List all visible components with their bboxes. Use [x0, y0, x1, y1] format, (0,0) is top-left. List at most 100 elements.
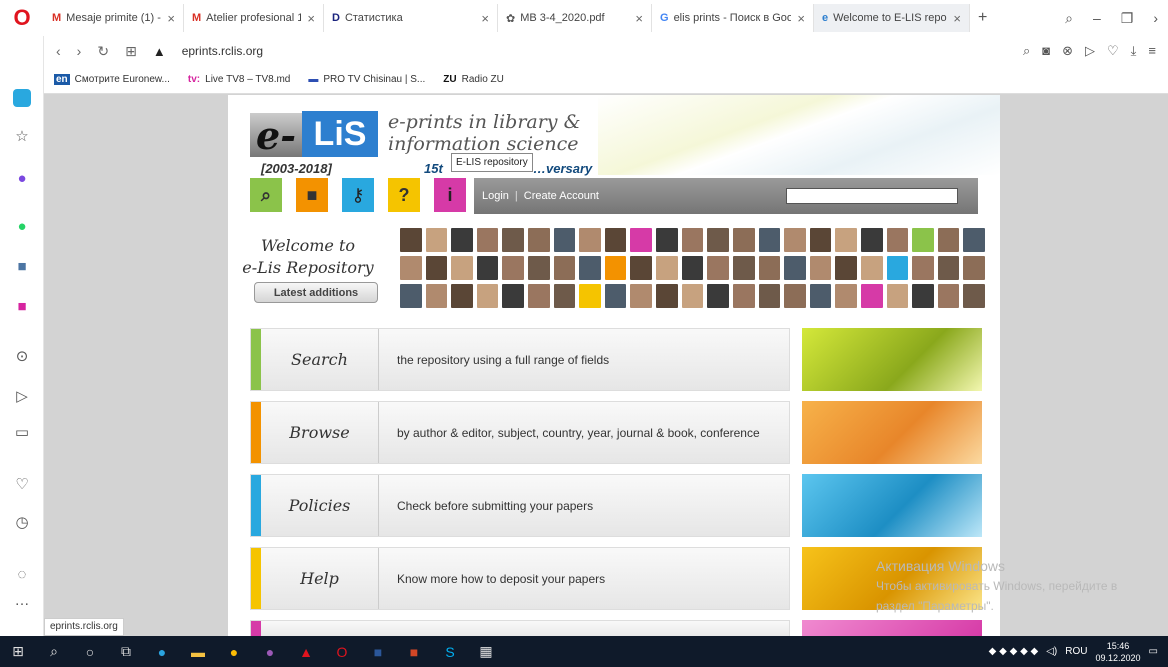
author-photo[interactable]: [656, 284, 678, 308]
heart-icon[interactable]: ♡: [0, 472, 44, 496]
create-account-link[interactable]: Create Account: [524, 190, 599, 202]
key-icon[interactable]: ⚷: [342, 178, 374, 212]
nav-row-partial[interactable]: [250, 620, 790, 636]
tab-gmail-inbox[interactable]: M Mesaje primite (1) - dmi ×: [44, 4, 184, 32]
opera-taskbar-icon[interactable]: O: [324, 636, 360, 667]
author-photo[interactable]: [860, 256, 883, 280]
close-icon[interactable]: ×: [953, 11, 961, 26]
author-photo[interactable]: [809, 284, 832, 308]
chrome-icon[interactable]: ●: [216, 636, 252, 667]
app-icon[interactable]: ▦: [468, 636, 504, 667]
url-field[interactable]: eprints.rclis.org: [182, 44, 263, 58]
cortana-icon[interactable]: ○: [72, 636, 108, 667]
author-photo[interactable]: [963, 256, 985, 280]
viber-icon[interactable]: ●: [252, 636, 288, 667]
bookmark-tv8[interactable]: tv: Live TV8 – TV8.md: [188, 74, 290, 85]
bookmark-euronews[interactable]: en Смотрите Euronew...: [54, 74, 170, 85]
extensions-icon[interactable]: ◌: [0, 562, 44, 586]
back-icon[interactable]: ‹: [56, 43, 61, 59]
keyboard-language[interactable]: ROU: [1065, 646, 1087, 657]
speed-dial-icon[interactable]: [0, 86, 44, 110]
author-photo[interactable]: [400, 256, 422, 280]
author-photo[interactable]: [886, 284, 909, 308]
snapshot-icon[interactable]: ◙: [1042, 43, 1050, 59]
powerpoint-icon[interactable]: ■: [396, 636, 432, 667]
chevron-right-icon[interactable]: ›: [1153, 10, 1158, 26]
author-photo[interactable]: [579, 256, 601, 280]
author-photo[interactable]: [937, 228, 960, 252]
author-photo[interactable]: [758, 284, 781, 308]
login-link[interactable]: Login: [482, 190, 509, 202]
search-icon[interactable]: ⌕: [1023, 43, 1030, 59]
tab-pdf[interactable]: ✿ MB 3-4_2020.pdf ×: [498, 4, 652, 32]
author-photo[interactable]: [758, 228, 781, 252]
author-photo[interactable]: [707, 256, 729, 280]
instagram-icon[interactable]: ■: [0, 294, 44, 318]
author-photo[interactable]: [886, 228, 909, 252]
author-photo[interactable]: [656, 228, 678, 252]
help-question-icon[interactable]: ?: [388, 178, 420, 212]
skype-icon[interactable]: S: [432, 636, 468, 667]
nav-row-search[interactable]: Search the repository using a full range…: [250, 328, 790, 391]
author-photo[interactable]: [400, 284, 422, 308]
whatsapp-icon[interactable]: ●: [0, 214, 44, 238]
author-photo[interactable]: [579, 284, 601, 308]
author-photo[interactable]: [809, 228, 832, 252]
vk-icon[interactable]: ■: [0, 254, 44, 278]
author-photo[interactable]: [630, 228, 653, 252]
star-icon[interactable]: ☆: [0, 124, 44, 148]
author-photo[interactable]: [937, 256, 960, 280]
nav-title[interactable]: Browse: [261, 402, 379, 463]
author-photo[interactable]: [886, 256, 909, 280]
forward-icon[interactable]: ›: [77, 43, 82, 59]
author-photo[interactable]: [502, 256, 525, 280]
author-photo[interactable]: [860, 284, 883, 308]
block-icon[interactable]: ⊗: [1062, 43, 1073, 59]
close-icon[interactable]: ×: [307, 11, 315, 26]
author-photo[interactable]: [553, 256, 576, 280]
author-photo[interactable]: [835, 228, 857, 252]
tab-google-search[interactable]: G elis prints - Поиск в Goo ×: [652, 4, 814, 32]
author-photo[interactable]: [604, 256, 627, 280]
tab-statistics[interactable]: D Статистика ×: [324, 4, 498, 32]
search-icon[interactable]: ⌕: [36, 636, 72, 667]
author-photo[interactable]: [963, 284, 985, 308]
author-photo[interactable]: [912, 284, 934, 308]
nav-row-help[interactable]: Help Know more how to deposit your paper…: [250, 547, 790, 610]
author-photo[interactable]: [784, 228, 806, 252]
player-icon[interactable]: ⊙: [0, 344, 44, 368]
warning-icon[interactable]: ▲: [153, 44, 166, 59]
author-photo[interactable]: [451, 284, 473, 308]
author-photo[interactable]: [963, 228, 985, 252]
author-photo[interactable]: [835, 284, 857, 308]
send-icon[interactable]: ▷: [1085, 43, 1095, 59]
new-tab-plus-icon[interactable]: +: [970, 9, 995, 27]
clock-icon[interactable]: ◷: [0, 510, 44, 534]
author-photo[interactable]: [732, 228, 755, 252]
author-photo[interactable]: [681, 228, 704, 252]
nav-title[interactable]: Policies: [261, 475, 379, 536]
author-photo[interactable]: [604, 228, 627, 252]
nav-title[interactable]: Search: [261, 329, 379, 390]
reload-icon[interactable]: ↻: [97, 43, 109, 60]
menu-icon[interactable]: ≡: [1148, 43, 1156, 59]
author-photo[interactable]: [937, 284, 960, 308]
acrobat-icon[interactable]: ▲: [288, 636, 324, 667]
nav-title[interactable]: Help: [261, 548, 379, 609]
send-icon[interactable]: ▷: [0, 384, 44, 408]
word-icon[interactable]: ■: [360, 636, 396, 667]
edge-icon[interactable]: ●: [144, 636, 180, 667]
windows-start-icon[interactable]: ⊞: [0, 636, 36, 667]
author-photo[interactable]: [656, 256, 678, 280]
author-photo[interactable]: [809, 256, 832, 280]
author-photo[interactable]: [528, 256, 550, 280]
author-photo[interactable]: [553, 228, 576, 252]
search-magnifier-image[interactable]: [802, 328, 982, 391]
author-photo[interactable]: [476, 284, 499, 308]
author-photo[interactable]: [553, 284, 576, 308]
author-photo[interactable]: [425, 256, 448, 280]
partial-pink-image[interactable]: [802, 620, 982, 636]
browse-map-image[interactable]: [802, 401, 982, 464]
author-photo[interactable]: [528, 284, 550, 308]
author-photo[interactable]: [604, 284, 627, 308]
